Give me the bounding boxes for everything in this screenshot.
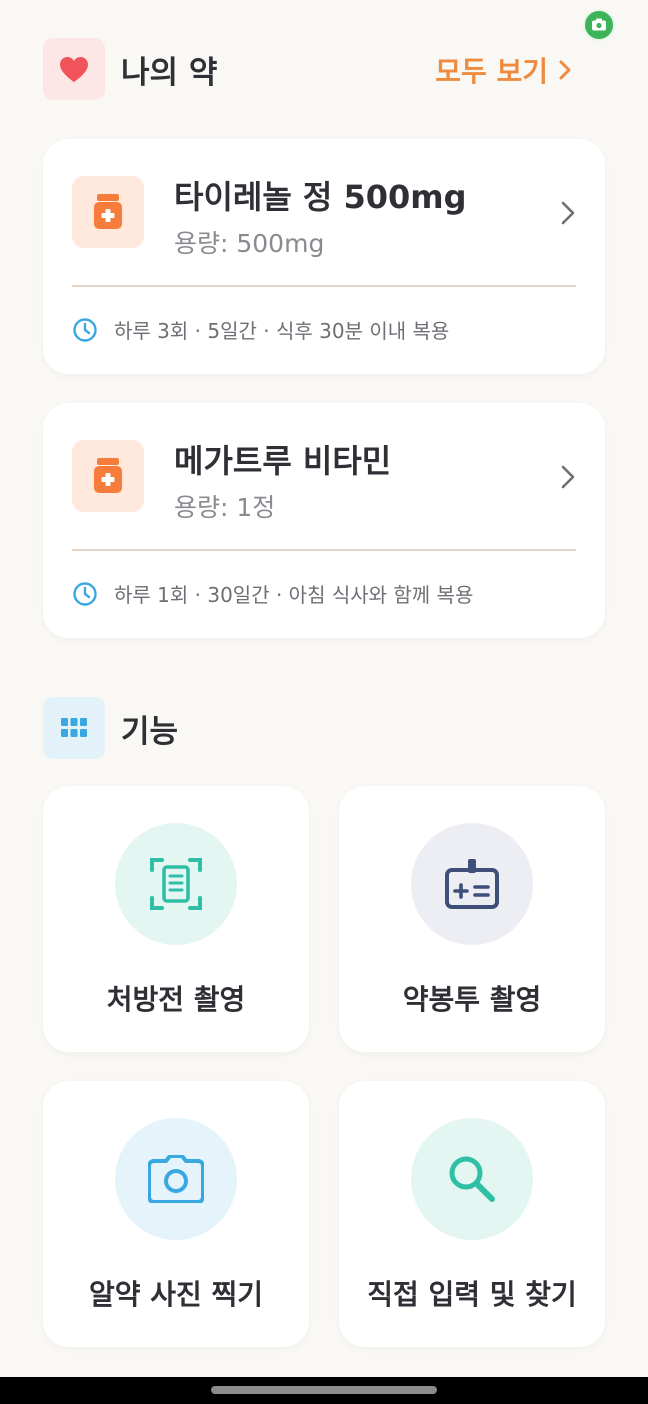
feature-label: 직접 입력 및 찾기 [367, 1278, 577, 1311]
medication-card[interactable]: 타이레놀 정 500mg 용량: 500mg 하루 3회 · 5일간 · 식후 … [43, 139, 605, 374]
schedule-text: 하루 1회 · 30일간 · 아침 식사와 함께 복용 [114, 583, 474, 607]
prescription-scan-icon [150, 858, 202, 910]
pill-photo-button[interactable]: 알약 사진 찍기 [43, 1081, 309, 1347]
medication-name: 메가트루 비타민 [174, 442, 392, 480]
see-all-label: 모두 보기 [435, 55, 548, 88]
clock-icon [73, 581, 97, 606]
pill-bottle-icon [94, 458, 122, 493]
feature-label: 처방전 촬영 [106, 983, 246, 1016]
camera-small-icon [592, 18, 606, 31]
medication-name: 타이레놀 정 500mg [174, 178, 467, 216]
chevron-right-icon [561, 201, 575, 225]
medicine-bag-scan-button[interactable]: 약봉투 촬영 [339, 786, 605, 1052]
medication-card[interactable]: 메가트루 비타민 용량: 1정 하루 1회 · 30일간 · 아침 식사와 함께… [43, 403, 605, 638]
chevron-right-icon [561, 465, 575, 489]
feature-icon-circle [411, 823, 533, 945]
search-icon [449, 1156, 495, 1202]
feature-icon-circle [411, 1118, 533, 1240]
pill-bottle-icon-badge [72, 440, 144, 512]
prescription-scan-button[interactable]: 처방전 촬영 [43, 786, 309, 1052]
chevron-right-icon [559, 60, 571, 80]
medication-schedule: 하루 1회 · 30일간 · 아침 식사와 함께 복용 [72, 579, 473, 608]
schedule-text: 하루 3회 · 5일간 · 식후 30분 이내 복용 [114, 319, 450, 343]
feature-label: 알약 사진 찍기 [88, 1278, 264, 1311]
clock-icon [73, 317, 97, 342]
heart-icon-badge [43, 38, 105, 100]
medication-dose: 용량: 1정 [174, 493, 276, 522]
medication-schedule: 하루 3회 · 5일간 · 식후 30분 이내 복용 [72, 315, 449, 344]
home-indicator[interactable] [211, 1386, 437, 1394]
divider [72, 285, 576, 287]
features-title: 기능 [121, 713, 179, 750]
feature-label: 약봉투 촬영 [402, 983, 542, 1016]
manual-search-button[interactable]: 직접 입력 및 찾기 [339, 1081, 605, 1347]
medicine-bag-icon [445, 859, 499, 909]
feature-icon-circle [115, 823, 237, 945]
divider [72, 549, 576, 551]
medication-dose: 용량: 500mg [174, 229, 325, 258]
pill-bottle-icon [94, 194, 122, 229]
grid-icon [61, 718, 87, 737]
features-header: 기능 [43, 697, 178, 759]
camera-icon [148, 1155, 204, 1203]
feature-icon-circle [115, 1118, 237, 1240]
system-navigation-bar [0, 1377, 648, 1404]
my-meds-title: 나의 약 [121, 54, 218, 91]
screen-recorder-indicator[interactable] [583, 9, 615, 41]
my-meds-header: 나의 약 [43, 38, 217, 100]
heart-icon [60, 56, 88, 82]
see-all-link[interactable]: 모두 보기 [435, 50, 572, 90]
grid-icon-badge [43, 697, 105, 759]
pill-bottle-icon-badge [72, 176, 144, 248]
screen: 나의 약 모두 보기 타이레놀 정 500mg 용량: 500mg 하루 3회 … [0, 0, 648, 1404]
